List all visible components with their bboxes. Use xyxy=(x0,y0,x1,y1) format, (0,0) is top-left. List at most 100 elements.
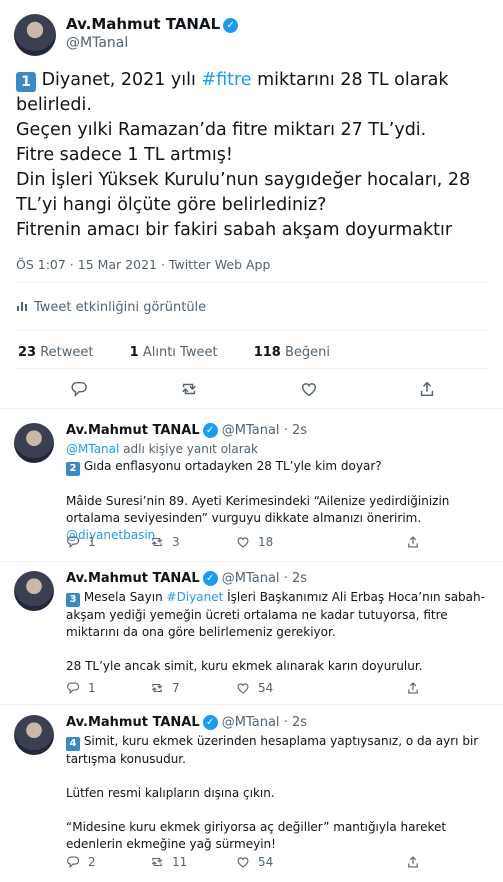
heart-icon xyxy=(237,537,249,548)
hashtag-link[interactable]: #fitre xyxy=(201,70,251,90)
reply-text-part: Simit, kuru ekmek üzerinden hesaplama ya… xyxy=(66,734,479,766)
reply-text: 3 Mesela Sayın #Diyanet İşleri Başkanımı… xyxy=(66,589,486,675)
retweet-count: 7 xyxy=(172,681,180,695)
author-handle[interactable]: @MTanal xyxy=(66,35,128,51)
heart-icon xyxy=(301,383,317,397)
retweets-count[interactable]: 23 xyxy=(18,345,36,360)
author-name[interactable]: Av.Mahmut TANAL xyxy=(66,423,200,438)
verified-badge-icon: ✓ xyxy=(223,18,239,33)
retweets-label[interactable]: Retweet xyxy=(40,345,93,360)
keycap-number-icon: 2 xyxy=(66,462,80,476)
like-button[interactable] xyxy=(300,380,318,400)
reply-text-part: Lütfen resmi kalıpların dışına çıkın. xyxy=(66,786,275,800)
likes-stat[interactable]: 118 Beğeni xyxy=(254,345,346,360)
tweet-activity-link[interactable]: Tweet etkinliğini görüntüle xyxy=(16,300,206,315)
replying-to-label: adlı kişiye yanıt olarak xyxy=(119,442,258,456)
reply-icon xyxy=(67,536,80,549)
tweet-text: 1 Diyanet, 2021 yılı #fitre miktarını 28… xyxy=(16,68,492,243)
retweets-stat[interactable]: 23 Retweet xyxy=(18,345,110,360)
reply-tweet[interactable]: Av.Mahmut TANAL ✓ @MTanal · 2s @MTanal ad… xyxy=(0,423,503,568)
reply-text-part: “Midesine kuru ekmek giriyorsa aç değill… xyxy=(66,820,447,851)
like-count: 18 xyxy=(258,535,274,549)
reply-tweet[interactable]: Av.Mahmut TANAL ✓ @MTanal · 2s 4 Simit, k… xyxy=(0,715,503,880)
retweet-count: 11 xyxy=(172,855,188,869)
tweet-text-line: Fitre sadece 1 TL artmış! xyxy=(16,145,233,165)
reply-text-part: 28 TL’yle ancak simit, kuru ekmek alınar… xyxy=(66,659,423,673)
author-handle[interactable]: @MTanal xyxy=(222,571,280,586)
retweet-button[interactable]: 3 xyxy=(150,535,180,549)
divider xyxy=(14,282,490,283)
divider xyxy=(14,330,490,331)
reply-text-part: Mesela Sayın xyxy=(80,590,167,604)
avatar[interactable] xyxy=(14,571,54,611)
reply-button[interactable]: 1 xyxy=(66,681,96,695)
like-count: 54 xyxy=(258,681,274,695)
keycap-number-icon: 4 xyxy=(66,737,80,751)
author-name-text[interactable]: Av.Mahmut TANAL xyxy=(66,15,220,33)
tweet-text-line: Geçen yılki Ramazan’da fitre miktarı 27 … xyxy=(16,120,427,140)
mention-link[interactable]: @MTanal xyxy=(66,442,119,456)
keycap-number-icon: 1 xyxy=(16,72,36,92)
reply-button[interactable]: 1 xyxy=(66,535,96,549)
share-button[interactable] xyxy=(418,380,436,400)
like-button[interactable]: 54 xyxy=(236,681,273,695)
reply-count: 1 xyxy=(88,535,96,549)
tweet-timestamp[interactable]: ÖS 1:07 · 15 Mar 2021 · Twitter Web App xyxy=(16,257,270,272)
tweet-text-part: Diyanet, 2021 yılı xyxy=(36,70,202,90)
likes-count[interactable]: 118 xyxy=(254,345,281,360)
retweet-button[interactable]: 11 xyxy=(150,855,187,869)
retweet-count: 3 xyxy=(172,535,180,549)
reply-time[interactable]: · 2s xyxy=(284,715,307,730)
heart-icon xyxy=(237,683,249,694)
share-button[interactable] xyxy=(406,855,428,869)
activity-label[interactable]: Tweet etkinliğini görüntüle xyxy=(34,300,206,315)
like-button[interactable]: 18 xyxy=(236,535,273,549)
author-name[interactable]: Av.Mahmut TANAL ✓ xyxy=(66,15,239,33)
author-handle[interactable]: @MTanal xyxy=(222,423,280,438)
like-button[interactable]: 54 xyxy=(236,855,273,869)
reply-time[interactable]: · 2s xyxy=(284,423,307,438)
share-icon xyxy=(408,536,418,548)
reply-text-part: Mâide Suresi’nin 89. Ayeti Kerimesindeki… xyxy=(66,494,450,525)
reply-header: Av.Mahmut TANAL ✓ @MTanal · 2s xyxy=(66,715,307,730)
avatar[interactable] xyxy=(14,14,56,56)
verified-badge-icon: ✓ xyxy=(202,423,218,438)
reply-actions: 1 7 54 xyxy=(66,681,486,699)
like-count: 54 xyxy=(258,855,274,869)
retweet-icon xyxy=(182,383,196,395)
retweet-button[interactable] xyxy=(180,380,198,400)
tweet-actions xyxy=(0,380,503,404)
share-button[interactable] xyxy=(406,681,428,695)
retweet-icon xyxy=(151,683,163,693)
reply-text: 4 Simit, kuru ekmek üzerinden hesaplama … xyxy=(66,733,486,853)
author-handle[interactable]: @MTanal xyxy=(222,715,280,730)
reply-actions: 2 11 54 xyxy=(66,855,486,873)
avatar[interactable] xyxy=(14,423,54,463)
share-icon xyxy=(408,856,418,868)
likes-label[interactable]: Beğeni xyxy=(285,345,330,360)
reply-text: @MTanal adlı kişiye yanıt olarak 2 Gıda … xyxy=(66,441,486,544)
divider xyxy=(14,368,490,369)
divider xyxy=(0,408,503,409)
engagement-stats: 23 Retweet 1 Alıntı Tweet 118 Beğeni xyxy=(18,345,362,360)
divider xyxy=(0,704,503,705)
author-name[interactable]: Av.Mahmut TANAL xyxy=(66,571,200,586)
verified-badge-icon: ✓ xyxy=(202,715,218,730)
avatar[interactable] xyxy=(14,715,54,755)
quotes-label[interactable]: Alıntı Tweet xyxy=(143,345,218,360)
retweet-icon xyxy=(151,537,163,547)
quotes-count[interactable]: 1 xyxy=(130,345,139,360)
reply-button[interactable]: 2 xyxy=(66,855,96,869)
reply-icon xyxy=(67,856,80,869)
share-button[interactable] xyxy=(406,535,428,549)
reply-tweet[interactable]: Av.Mahmut TANAL ✓ @MTanal · 2s 3 Mesela S… xyxy=(0,571,503,701)
reply-icon xyxy=(67,682,80,695)
retweet-button[interactable]: 7 xyxy=(150,681,180,695)
hashtag-link[interactable]: #Diyanet xyxy=(167,590,224,604)
author-name[interactable]: Av.Mahmut TANAL xyxy=(66,715,200,730)
reply-text-part: Gıda enflasyonu ortadayken 28 TL’yle kim… xyxy=(80,459,382,473)
quotes-stat[interactable]: 1 Alıntı Tweet xyxy=(130,345,234,360)
reply-button[interactable] xyxy=(70,380,88,400)
share-icon xyxy=(408,682,418,694)
reply-time[interactable]: · 2s xyxy=(284,571,307,586)
